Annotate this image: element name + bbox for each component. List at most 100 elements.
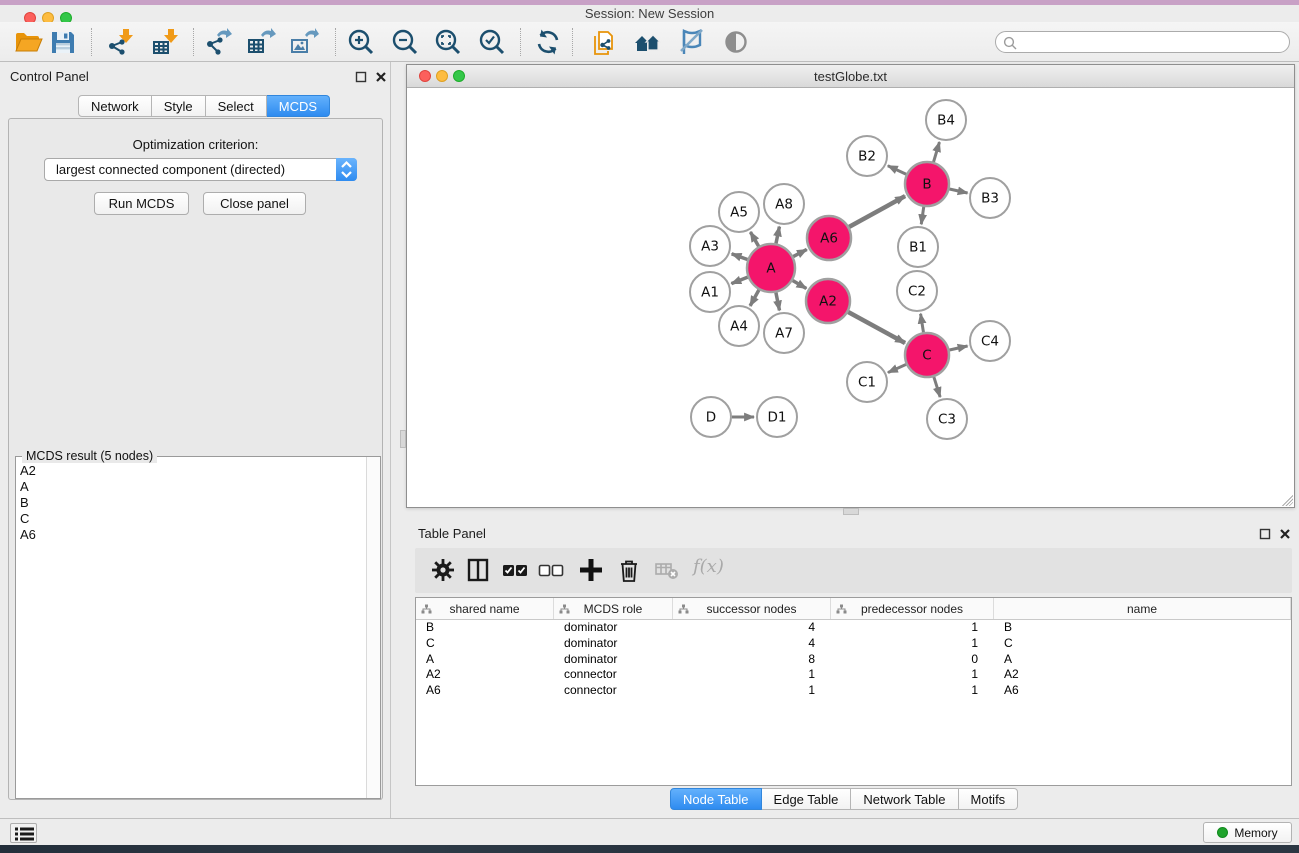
tab-network-table[interactable]: Network Table	[851, 788, 958, 810]
edge-A-A8[interactable]	[776, 227, 779, 244]
task-history-button[interactable]	[10, 823, 37, 843]
show-graphics-details-icon[interactable]	[721, 27, 751, 57]
zoom-fit-icon[interactable]	[433, 27, 463, 57]
edge-B-B2[interactable]	[888, 166, 906, 175]
edge-A-A1[interactable]	[731, 277, 747, 283]
column-header-name[interactable]: name	[994, 598, 1291, 619]
zoom-out-icon[interactable]	[390, 27, 420, 57]
graph-node-C4[interactable]: C4	[970, 321, 1010, 361]
graph-node-B3[interactable]: B3	[970, 178, 1010, 218]
column-header-shared-name[interactable]: shared name	[416, 598, 554, 619]
hide-graphics-details-icon[interactable]	[676, 27, 706, 57]
graph-node-B4[interactable]: B4	[926, 100, 966, 140]
refresh-icon[interactable]	[533, 27, 563, 57]
graph-node-A2[interactable]: A2	[806, 279, 850, 323]
network-maximize-button[interactable]	[453, 70, 465, 82]
graph-node-C[interactable]: C	[905, 333, 949, 377]
edge-A-A3[interactable]	[732, 254, 748, 260]
column-header-MCDS-role[interactable]: MCDS role	[554, 598, 673, 619]
graph-node-B1[interactable]: B1	[898, 227, 938, 267]
edge-A-A7[interactable]	[776, 293, 780, 311]
edge-A2-C[interactable]	[848, 312, 905, 343]
network-close-button[interactable]	[419, 70, 431, 82]
zoom-in-icon[interactable]	[346, 27, 376, 57]
export-network-icon[interactable]	[203, 27, 233, 57]
edge-A6-B[interactable]	[849, 196, 905, 227]
table-row[interactable]: Adominator80A	[416, 652, 1291, 668]
memory-button[interactable]: Memory	[1203, 822, 1292, 843]
column-header-predecessor-nodes[interactable]: predecessor nodes	[831, 598, 994, 619]
network-canvas[interactable]: B4 B2 B B3 B1 A5A8A6 A3 A A1 C2 A2 A4A7 C4 C C1 C3 D D1	[407, 88, 1294, 507]
tab-edge-table[interactable]: Edge Table	[762, 788, 852, 810]
graph-node-B[interactable]: B	[905, 162, 949, 206]
import-network-icon[interactable]	[106, 27, 136, 57]
graph-node-C3[interactable]: C3	[927, 399, 967, 439]
mcds-result-item[interactable]: A6	[16, 527, 366, 543]
search-field[interactable]	[995, 31, 1290, 53]
graph-node-D[interactable]: D	[691, 397, 731, 437]
column-header-successor-nodes[interactable]: successor nodes	[673, 598, 831, 619]
float-panel-icon[interactable]	[1259, 528, 1271, 540]
table-settings-gear-icon[interactable]	[429, 556, 457, 584]
splitter-handle-bottom[interactable]	[843, 508, 859, 515]
mcds-result-item[interactable]: A2	[16, 463, 366, 479]
search-input[interactable]	[1022, 33, 1282, 51]
graph-node-A4[interactable]: A4	[719, 306, 759, 346]
graph-node-C2[interactable]: C2	[897, 271, 937, 311]
table-row[interactable]: A2connector11A2	[416, 667, 1291, 683]
zoom-selected-icon[interactable]	[477, 27, 507, 57]
close-panel-button[interactable]: Close panel	[203, 192, 306, 215]
first-neighbors-icon[interactable]	[633, 27, 663, 57]
clone-network-icon[interactable]	[590, 27, 620, 57]
graph-node-A5[interactable]: A5	[719, 192, 759, 232]
tab-select[interactable]: Select	[206, 95, 267, 117]
edge-B-B3[interactable]	[949, 189, 967, 193]
resize-grip[interactable]	[1279, 492, 1293, 506]
table-row[interactable]: Bdominator41B	[416, 620, 1291, 636]
float-panel-icon[interactable]	[355, 71, 367, 83]
close-panel-icon[interactable]	[1279, 528, 1291, 540]
open-file-icon[interactable]	[13, 27, 43, 57]
criterion-dropdown[interactable]: largest connected component (directed)	[44, 158, 357, 181]
graph-node-A6[interactable]: A6	[807, 216, 851, 260]
mcds-result-scrollbar[interactable]	[366, 457, 380, 798]
graph-node-B2[interactable]: B2	[847, 136, 887, 176]
save-session-icon[interactable]	[48, 27, 78, 57]
tab-mcds[interactable]: MCDS	[267, 95, 330, 117]
graph-node-C1[interactable]: C1	[847, 362, 887, 402]
import-table-icon[interactable]	[151, 27, 181, 57]
delete-column-trash-icon[interactable]	[615, 556, 643, 584]
network-minimize-button[interactable]	[436, 70, 448, 82]
mcds-result-item[interactable]: B	[16, 495, 366, 511]
edge-A-A2[interactable]	[793, 281, 807, 289]
table-row[interactable]: Cdominator41C	[416, 636, 1291, 652]
tab-style[interactable]: Style	[152, 95, 206, 117]
edge-A-A4[interactable]	[750, 290, 759, 306]
edge-A-A5[interactable]	[750, 232, 758, 246]
select-all-icon[interactable]	[501, 556, 529, 584]
mcds-result-item[interactable]: A	[16, 479, 366, 495]
edge-C-C1[interactable]	[888, 364, 906, 372]
graph-node-A3[interactable]: A3	[690, 226, 730, 266]
edge-C-C4[interactable]	[949, 346, 967, 350]
create-column-icon[interactable]	[577, 556, 605, 584]
edge-C-C3[interactable]	[934, 377, 940, 397]
export-image-icon[interactable]	[289, 27, 319, 57]
close-panel-icon[interactable]	[375, 71, 387, 83]
tab-network[interactable]: Network	[78, 95, 152, 117]
mcds-result-item[interactable]: C	[16, 511, 366, 527]
edge-A-A6[interactable]	[793, 249, 807, 256]
tab-motifs[interactable]: Motifs	[959, 788, 1019, 810]
graph-node-A7[interactable]: A7	[764, 313, 804, 353]
edge-B-B4[interactable]	[934, 142, 940, 162]
deselect-all-icon[interactable]	[537, 556, 565, 584]
graph-node-D1[interactable]: D1	[757, 397, 797, 437]
splitter-handle-left[interactable]	[400, 430, 406, 448]
export-table-icon[interactable]	[246, 27, 276, 57]
graph-node-A[interactable]: A	[747, 244, 795, 292]
run-mcds-button[interactable]: Run MCDS	[94, 192, 189, 215]
graph-node-A1[interactable]: A1	[690, 272, 730, 312]
show-columns-icon[interactable]	[464, 556, 492, 584]
graph-node-A8[interactable]: A8	[764, 184, 804, 224]
network-window-titlebar[interactable]: testGlobe.txt	[407, 65, 1294, 88]
